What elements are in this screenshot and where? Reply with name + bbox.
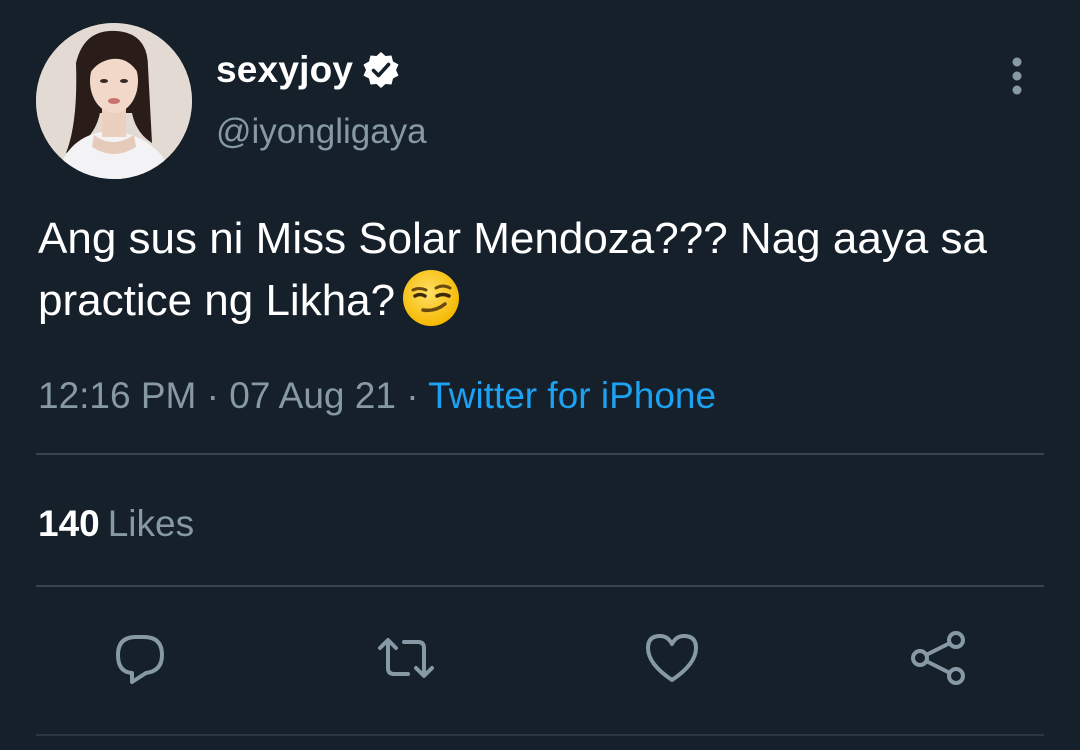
verified-badge-icon [361, 50, 401, 90]
divider [36, 734, 1044, 736]
reply-icon [116, 635, 164, 684]
more-options-icon[interactable] [1000, 54, 1034, 98]
likes-label: Likes [107, 503, 195, 544]
tweet-date: 07 Aug 21 [229, 375, 396, 416]
likes-stat[interactable]: 140 Likes [38, 500, 194, 548]
author-name-row: sexyjoy [216, 48, 401, 92]
tweet-meta: 12:16 PM · 07 Aug 21 · Twitter for iPhon… [38, 372, 716, 420]
share-button[interactable] [908, 628, 968, 688]
retweet-button[interactable] [376, 628, 436, 688]
like-button[interactable] [642, 628, 702, 688]
tweet-time: 12:16 PM [38, 375, 197, 416]
profile-photo [36, 23, 192, 179]
reply-button[interactable] [110, 628, 170, 688]
like-icon [646, 634, 698, 682]
divider [36, 453, 1044, 455]
tweet-text: Ang sus ni Miss Solar Mendoza??? Nag aay… [38, 210, 1038, 330]
divider [36, 585, 1044, 587]
meta-separator: · [206, 375, 219, 416]
avatar[interactable] [36, 23, 192, 179]
tweet-text-content: Ang sus ni Miss Solar Mendoza??? Nag aay… [38, 214, 987, 325]
meta-separator: · [406, 375, 419, 416]
tweet-source-link[interactable]: Twitter for iPhone [428, 375, 716, 416]
smirking-face-emoji-icon [401, 268, 461, 328]
user-handle[interactable]: @iyongligaya [216, 112, 427, 152]
share-icon [911, 631, 965, 685]
display-name[interactable]: sexyjoy [216, 49, 353, 91]
likes-count: 140 [38, 503, 100, 544]
retweet-icon [378, 638, 434, 678]
